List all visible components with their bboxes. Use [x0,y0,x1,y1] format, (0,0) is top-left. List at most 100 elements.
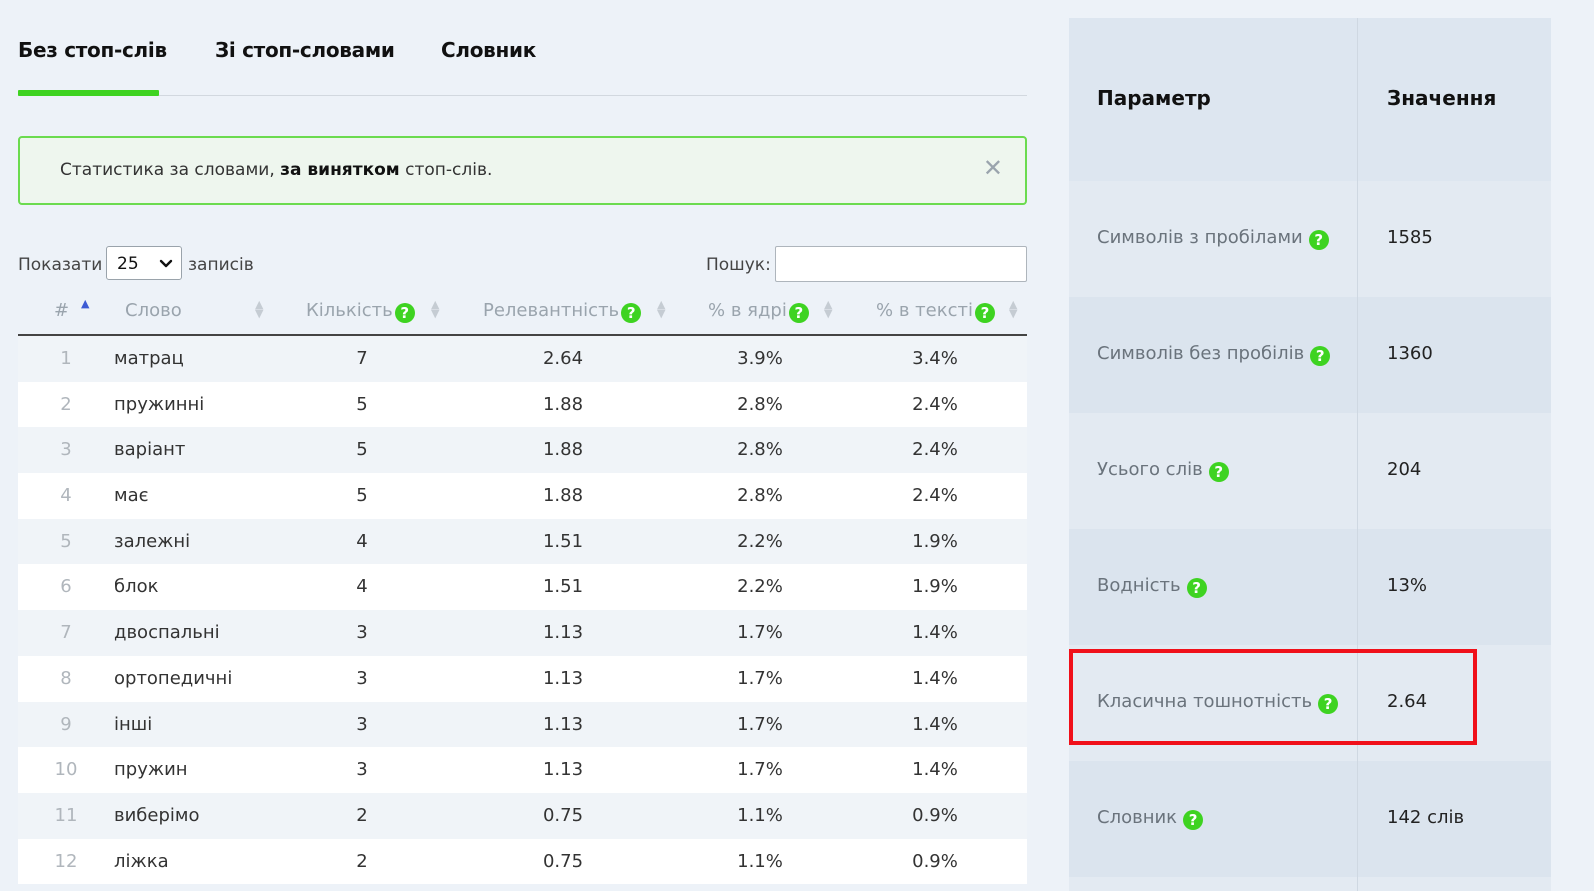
table-header: # ▲ Слово ▲ ▼ Кількість? ▲ ▼ Релевантність… [18,292,1027,336]
param-row: Символів з пробілами? 1585 [1069,181,1551,297]
row-text-percent: 1.9% [912,576,958,598]
row-core-percent: 2.2% [737,576,783,598]
column-divider [1357,18,1358,891]
help-icon[interactable]: ? [394,303,415,323]
help-icon[interactable]: ? [1208,462,1229,482]
param-row: Символів без пробілів? 1360 [1069,297,1551,413]
sort-icon: ▲ ▼ [255,298,264,320]
table-controls: Показати 25 записів Пошук: [18,246,1027,284]
param-name-text: Символів з пробілами [1097,227,1303,248]
col-header-count[interactable]: Кількість? [306,300,415,323]
row-count: 3 [356,759,368,781]
row-core-percent: 1.1% [737,804,783,826]
param-row: Водність? 13% [1069,529,1551,645]
table-row: 1 матрац 7 2.64 3.9% 3.4% [18,336,1027,382]
row-word: блок [114,576,159,598]
show-label: Показати [18,255,103,275]
param-value: 1585 [1387,227,1433,248]
param-name: Водність? [1097,575,1207,598]
table-row: 4 має 5 1.88 2.8% 2.4% [18,473,1027,519]
row-text-percent: 1.4% [912,667,958,689]
table-row: 9 інші 3 1.13 1.7% 1.4% [18,701,1027,748]
row-number: 5 [60,530,72,552]
row-number: 7 [60,622,72,644]
table-row: 6 блок 4 1.51 2.2% 1.9% [18,564,1027,611]
row-count: 5 [356,485,368,507]
param-name-text: Символів без пробілів [1097,343,1305,364]
row-number: 2 [60,393,72,415]
row-core-percent: 3.9% [737,348,783,369]
row-core-percent: 1.1% [737,850,783,872]
row-text-percent: 3.4% [912,348,958,369]
row-number: 9 [60,713,72,735]
row-relevance: 1.13 [542,713,584,735]
help-icon[interactable]: ? [1308,230,1329,250]
row-relevance: 1.51 [542,576,584,598]
row-text-percent: 2.4% [912,439,958,461]
table-row: 12 ліжка 2 0.75 1.1% 0.9% [18,838,1027,885]
row-count: 4 [356,576,368,598]
col-header-word[interactable]: Слово [125,300,182,321]
help-icon[interactable]: ? [788,303,809,323]
row-core-percent: 1.7% [737,759,783,781]
param-value: 142 слів [1387,807,1465,828]
table-row: 10 пружин 3 1.13 1.7% 1.4% [18,747,1027,793]
row-count: 5 [356,393,368,415]
row-text-percent: 1.4% [912,713,958,735]
row-relevance: 1.51 [542,530,584,552]
page-size-select[interactable]: 25 [106,246,182,280]
close-icon[interactable]: ✕ [983,156,1003,180]
sort-icon: ▲ ▼ [1009,298,1018,320]
param-value: 13% [1387,575,1428,596]
param-value: 1360 [1387,343,1433,364]
row-relevance: 0.75 [542,804,584,826]
row-count: 2 [356,804,368,826]
row-number: 1 [60,348,72,369]
row-word: ортопедичні [114,667,233,689]
table-row: 5 залежні 4 1.51 2.2% 1.9% [18,518,1027,565]
params-header: Параметр Значення [1069,18,1551,181]
row-word: ліжка [114,850,169,872]
row-count: 5 [356,439,368,461]
param-name: Символів без пробілів? [1097,343,1331,366]
table-row: 2 пружинні 5 1.88 2.8% 2.4% [18,381,1027,428]
row-core-percent: 1.7% [737,622,783,644]
col-header-number[interactable]: # [54,300,69,321]
row-core-percent: 2.8% [737,485,783,507]
active-tab-indicator [18,90,159,96]
row-word: матрац [114,348,184,369]
help-icon[interactable]: ? [1186,578,1207,598]
row-count: 3 [356,667,368,689]
row-word: залежні [114,530,191,552]
help-icon[interactable]: ? [621,303,642,323]
help-icon[interactable]: ? [1310,346,1331,366]
param-row: Словник? 142 слів [1069,761,1551,877]
col-header-relevance[interactable]: Релевантність? [483,300,642,323]
row-number: 3 [60,439,72,461]
row-relevance: 1.88 [542,439,584,461]
col-header-core-percent[interactable]: % в ядрі? [708,300,809,323]
row-text-percent: 2.4% [912,393,958,415]
row-word: пружин [114,759,188,781]
row-count: 7 [356,348,368,369]
table-body: 1 матрац 7 2.64 3.9% 3.4% 2 пружинні 5 1.88 2.8% 2.… [18,336,1027,885]
tab-without-stopwords[interactable]: Без стоп-слів [18,38,167,62]
tab-dictionary[interactable]: Словник [441,38,536,62]
row-relevance: 1.88 [542,393,584,415]
param-name-text: Усього слів [1097,459,1203,480]
row-text-percent: 2.4% [912,485,958,507]
left-panel: Без стоп-слів Зі стоп-словами Словник Ст… [18,0,1027,885]
page-size-value: 25 [117,254,139,274]
row-text-percent: 1.4% [912,622,958,644]
search-input[interactable] [775,246,1027,282]
help-icon[interactable]: ? [1183,810,1204,830]
help-icon[interactable]: ? [974,303,995,323]
sort-icon: ▲ ▼ [824,298,833,320]
row-text-percent: 0.9% [912,850,958,872]
tab-with-stopwords[interactable]: Зі стоп-словами [215,38,395,62]
row-number: 11 [54,804,78,826]
param-name: Словник? [1097,807,1204,830]
row-text-percent: 1.4% [912,759,958,781]
col-header-text-percent[interactable]: % в тексті? [876,300,995,323]
param-name-text: Словник [1097,807,1178,828]
